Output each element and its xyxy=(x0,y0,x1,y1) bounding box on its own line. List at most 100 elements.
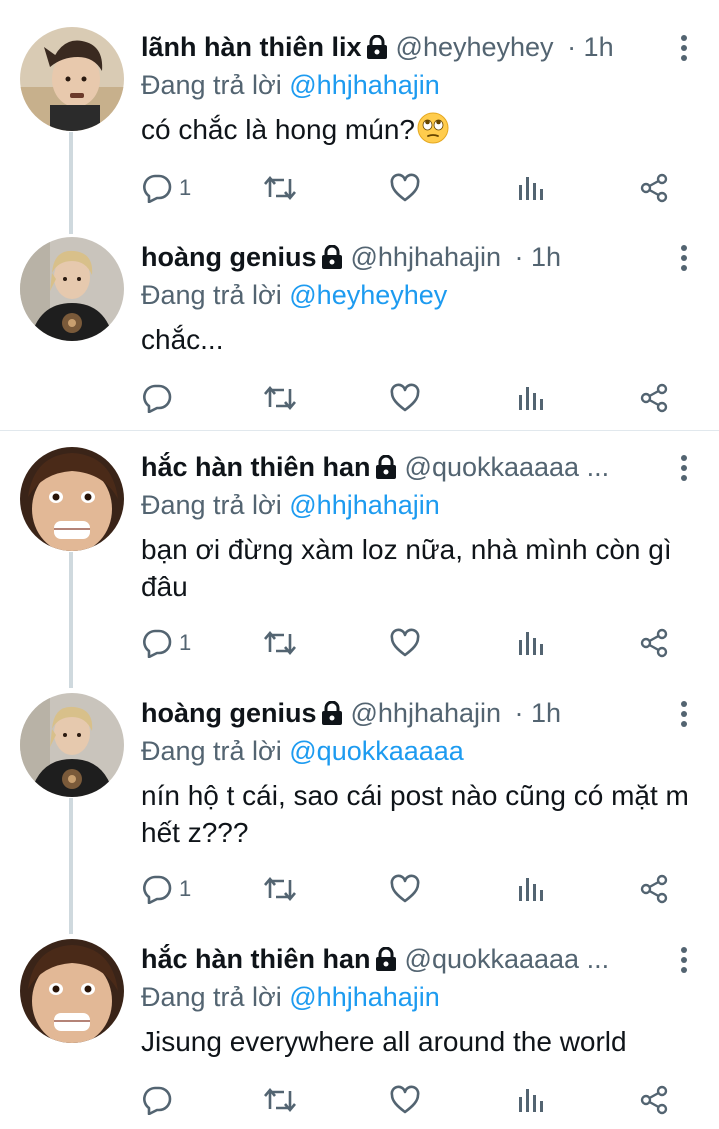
display-name[interactable]: hắc hàn thiên han xyxy=(141,944,371,974)
analytics-button[interactable] xyxy=(516,625,546,661)
replying-to-label: Đang trả lời xyxy=(141,70,290,100)
mention-link[interactable]: @heyheyhey xyxy=(289,280,447,310)
tweet-body: chắc... xyxy=(141,324,224,355)
like-button[interactable] xyxy=(389,871,421,907)
timestamp[interactable]: · 1h xyxy=(515,242,562,272)
share-icon xyxy=(638,628,670,658)
tweet-action-bar: 1 xyxy=(0,170,719,206)
mention-link[interactable]: @quokkaaaaa xyxy=(289,736,464,766)
tweet-header: lãnh hàn thiên lix @heyheyhey · 1h xyxy=(141,27,719,67)
retweet-button[interactable] xyxy=(262,1082,298,1118)
share-button[interactable] xyxy=(638,170,670,206)
tweet-text: Jisung everywhere all around the world xyxy=(141,1023,701,1060)
replying-to-label: Đang trả lời xyxy=(141,736,290,766)
replying-to: Đang trả lời @hhjhahajin xyxy=(141,67,440,103)
analytics-icon xyxy=(516,874,546,904)
replying-to: Đang trả lời @heyheyhey xyxy=(141,277,447,313)
lock-icon xyxy=(375,942,397,982)
tweet-header: hoàng genius @hhjhahajin · 1h xyxy=(141,237,719,277)
more-vertical-icon[interactable] xyxy=(681,455,689,485)
retweet-button[interactable] xyxy=(262,625,298,661)
tweet-header: hắc hàn thiên han @quokkaaaaa ... xyxy=(141,447,719,487)
analytics-icon xyxy=(516,1085,546,1115)
replying-to-label: Đang trả lời xyxy=(141,490,290,520)
retweet-icon xyxy=(262,874,298,904)
reply-icon xyxy=(141,173,173,203)
analytics-button[interactable] xyxy=(516,170,546,206)
reply-button[interactable]: 1 xyxy=(141,625,191,661)
user-handle[interactable]: @quokkaaaaa ... xyxy=(405,944,610,974)
avatar[interactable] xyxy=(20,447,124,551)
reply-count: 1 xyxy=(179,175,192,200)
tweet-header: hắc hàn thiên han @quokkaaaaa ... xyxy=(141,939,719,979)
user-handle[interactable]: @quokkaaaaa ... xyxy=(405,452,610,482)
heart-icon xyxy=(389,1085,421,1115)
user-handle[interactable]: @hhjhahajin xyxy=(351,242,502,272)
reply-button[interactable] xyxy=(141,1082,179,1118)
reply-icon xyxy=(141,874,173,904)
heart-icon xyxy=(389,173,421,203)
conversation-divider xyxy=(0,430,719,431)
analytics-button[interactable] xyxy=(516,380,546,416)
tweet-text: bạn ơi đừng xàm loz nữa, nhà mình còn gì… xyxy=(141,531,701,605)
replying-to-label: Đang trả lời xyxy=(141,982,290,1012)
timestamp[interactable]: · 1h xyxy=(515,698,562,728)
more-vertical-icon[interactable] xyxy=(681,245,689,275)
retweet-button[interactable] xyxy=(262,871,298,907)
share-button[interactable] xyxy=(638,1082,670,1118)
share-button[interactable] xyxy=(638,380,670,416)
retweet-button[interactable] xyxy=(262,170,298,206)
tweet-action-bar: 1 xyxy=(0,871,719,907)
heart-icon xyxy=(389,874,421,904)
display-name[interactable]: lãnh hàn thiên lix xyxy=(141,32,362,62)
mention-link[interactable]: @hhjhahajin xyxy=(289,490,440,520)
more-vertical-icon[interactable] xyxy=(681,35,689,65)
retweet-button[interactable] xyxy=(262,380,298,416)
tweet-action-bar: 1 xyxy=(0,625,719,661)
display-name[interactable]: hoàng genius xyxy=(141,698,317,728)
mention-link[interactable]: @hhjhahajin xyxy=(289,70,440,100)
reply-button[interactable]: 1 xyxy=(141,170,191,206)
display-name[interactable]: hắc hàn thiên han xyxy=(141,452,371,482)
share-icon xyxy=(638,874,670,904)
like-button[interactable] xyxy=(389,625,421,661)
mention-link[interactable]: @hhjhahajin xyxy=(289,982,440,1012)
replying-to: Đang trả lời @hhjhahajin xyxy=(141,487,440,523)
share-icon xyxy=(638,1085,670,1115)
replying-to-label: Đang trả lời xyxy=(141,280,290,310)
tweet-header: hoàng genius @hhjhahajin · 1h xyxy=(141,693,719,733)
reply-count: 1 xyxy=(179,630,192,655)
share-button[interactable] xyxy=(638,625,670,661)
display-name[interactable]: hoàng genius xyxy=(141,242,317,272)
heart-icon xyxy=(389,383,421,413)
avatar[interactable] xyxy=(20,693,124,797)
replying-to: Đang trả lời @hhjhahajin xyxy=(141,979,440,1015)
share-button[interactable] xyxy=(638,871,670,907)
timestamp[interactable]: · 1h xyxy=(567,32,614,62)
analytics-button[interactable] xyxy=(516,1082,546,1118)
thread-connector xyxy=(69,798,73,934)
lock-icon xyxy=(366,30,388,70)
avatar[interactable] xyxy=(20,27,124,131)
avatar[interactable] xyxy=(20,237,124,341)
thread-connector xyxy=(69,552,73,688)
like-button[interactable] xyxy=(389,170,421,206)
like-button[interactable] xyxy=(389,380,421,416)
replying-to: Đang trả lời @quokkaaaaa xyxy=(141,733,464,769)
reply-icon xyxy=(141,383,173,413)
heart-icon xyxy=(389,628,421,658)
more-vertical-icon[interactable] xyxy=(681,947,689,977)
more-vertical-icon[interactable] xyxy=(681,701,689,731)
reply-button[interactable]: 1 xyxy=(141,871,191,907)
reply-icon xyxy=(141,1085,173,1115)
user-handle[interactable]: @hhjhahajin xyxy=(351,698,502,728)
analytics-button[interactable] xyxy=(516,871,546,907)
retweet-icon xyxy=(262,173,298,203)
reply-icon xyxy=(141,628,173,658)
reply-button[interactable] xyxy=(141,380,179,416)
like-button[interactable] xyxy=(389,1082,421,1118)
reply-count: 1 xyxy=(179,876,192,901)
tweet-body: có chắc là hong mún? xyxy=(141,114,415,145)
avatar[interactable] xyxy=(20,939,124,1043)
user-handle[interactable]: @heyheyhey xyxy=(396,32,554,62)
